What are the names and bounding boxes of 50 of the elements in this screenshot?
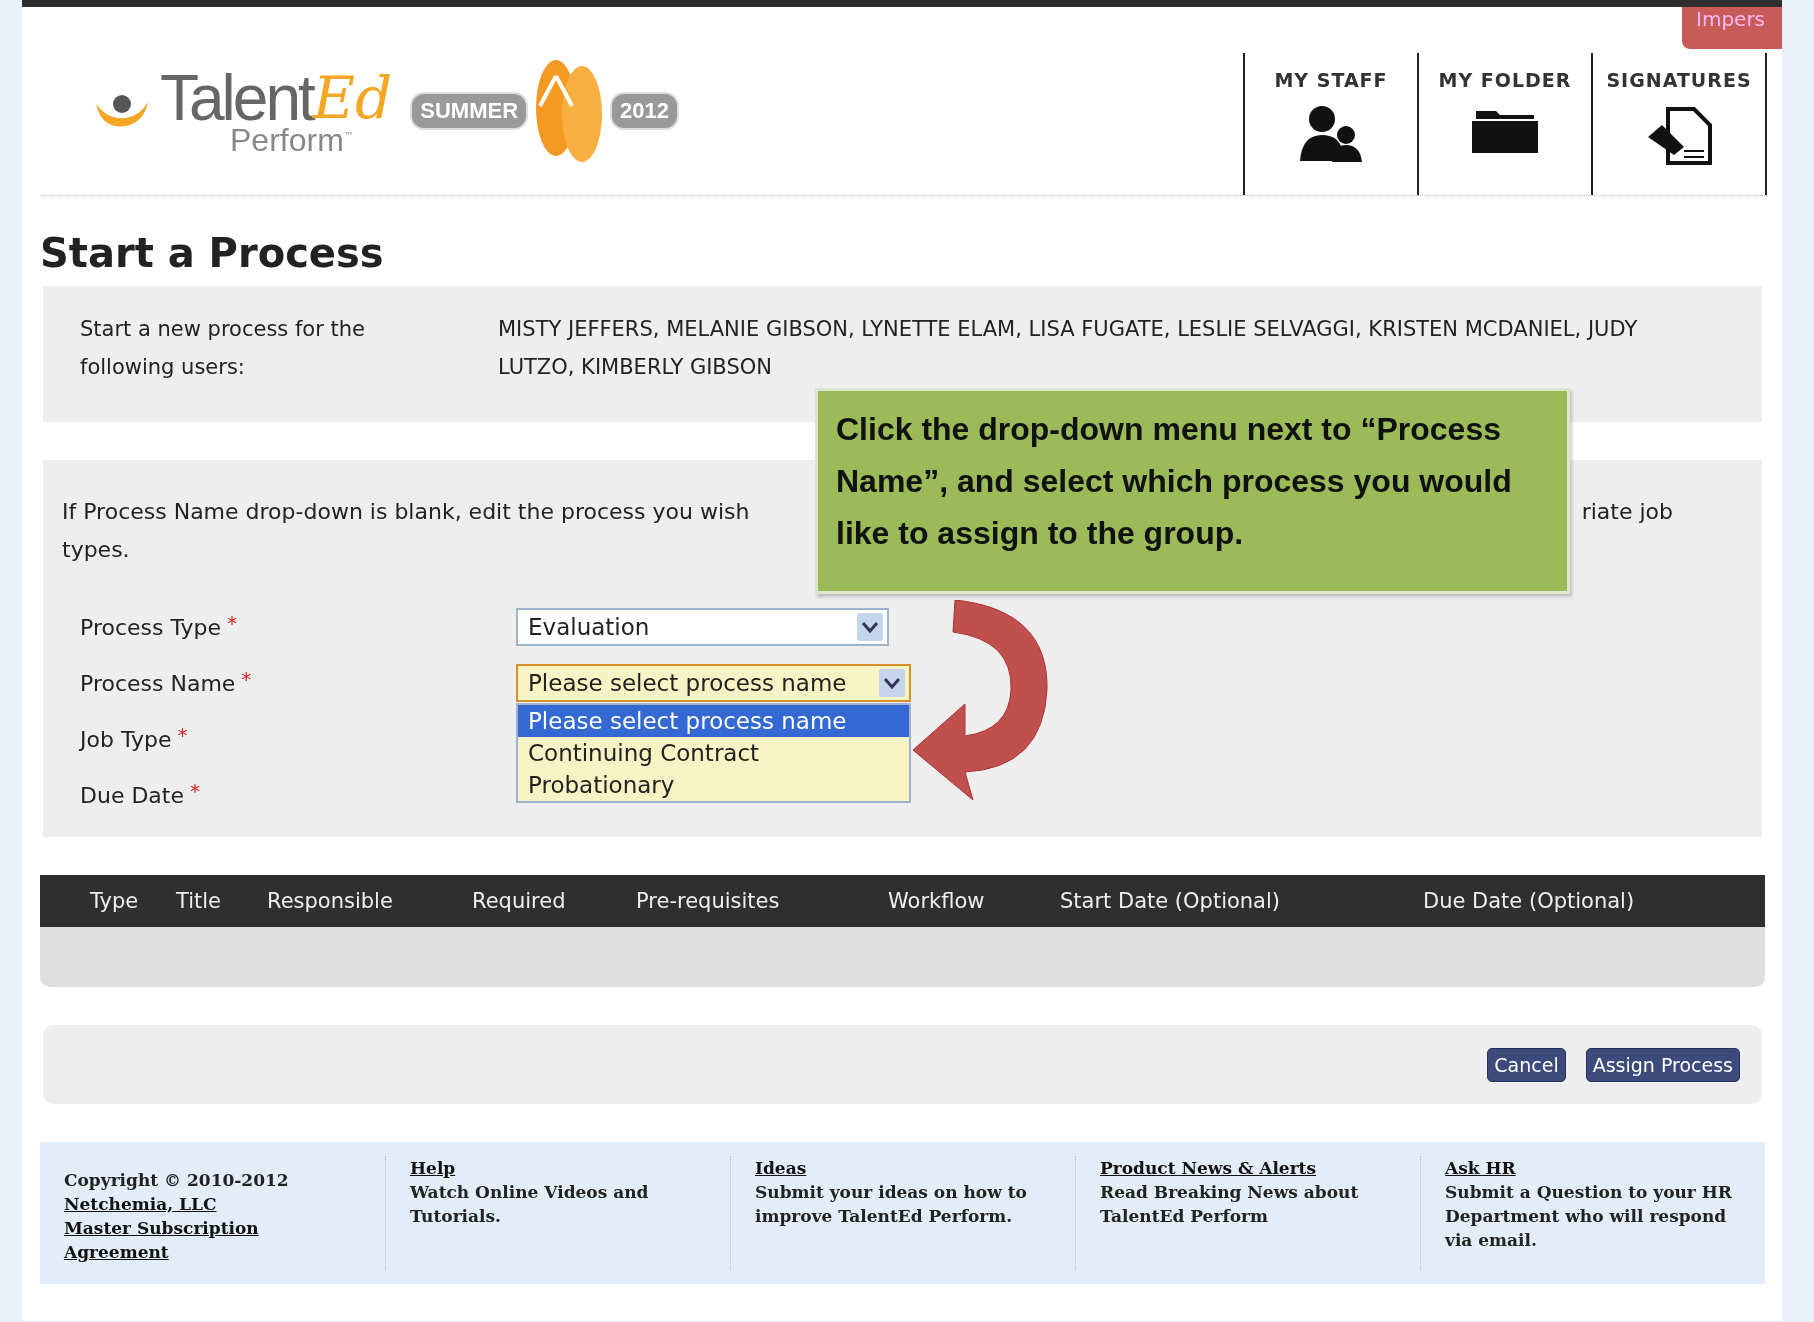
required-mark: * (177, 723, 188, 747)
column-header: Required (472, 889, 567, 913)
dropdown-option[interactable]: Probationary (518, 769, 909, 801)
column-header: Title (176, 889, 222, 913)
column-header: Responsible (267, 889, 394, 913)
copyright-text: Copyright © 2010-2012 (64, 1169, 289, 1192)
assign-button[interactable]: Assign Process (1585, 1047, 1740, 1082)
column-header: Pre-requisites (636, 889, 781, 913)
instruction-text: riate job (1581, 498, 1673, 526)
footer-link[interactable]: Ideas (755, 1156, 807, 1180)
brand-accent: Ed (312, 69, 393, 127)
trademark: ™ (343, 130, 354, 141)
footer-text: Submit a Question to your HR Department who will respond via email. (1445, 1181, 1733, 1252)
season-badge: SUMMER (410, 92, 529, 130)
column-header: Start Date (Optional) (1060, 889, 1282, 913)
callout-note: Click the drop-down menu next to “Process Name”, and select which process you would like to assign to the group. (815, 388, 1570, 594)
field-label: Process Name (80, 670, 236, 696)
select-field[interactable]: Please select process name (516, 664, 911, 702)
required-mark: * (190, 779, 200, 803)
people-icon (1298, 105, 1364, 163)
required-mark: * (227, 611, 237, 635)
footer-text: Read Breaking News about TalentEd Perform (1100, 1181, 1360, 1228)
nav-item[interactable]: SIGNATURES (1591, 53, 1767, 195)
users-label: Start a new process for the following users: (80, 316, 366, 381)
dropdown-option[interactable]: Continuing Contract (518, 737, 909, 769)
field-label: Process Type (80, 614, 221, 640)
dropdown-option[interactable]: Please select process name (518, 705, 909, 737)
footer-text: Submit your ideas on how to improve TalentEd Perform. (755, 1181, 1028, 1228)
footer-link[interactable]: Product News & Alerts (1100, 1156, 1317, 1180)
required-mark: * (241, 667, 252, 691)
column-header: Workflow (888, 889, 986, 913)
select-field[interactable]: Evaluation (516, 608, 889, 646)
user-names: MISTY JEFFERS, MELANIE GIBSON, LYNETTE ELAM, LISA FUGATE, LESLIE SELVAGGI, KRISTEN MCDANIEL, JUDY LUTZO, KIMBERLY GIBSON (498, 316, 1638, 381)
footer-link[interactable]: Master Subscription Agreement (64, 1216, 294, 1264)
instruction-text: If Process Name drop-down is blank, edit the process you wish (62, 498, 750, 526)
footer-text: Watch Online Videos and Tutorials. (410, 1181, 650, 1228)
page-title: Start a Process (39, 229, 385, 278)
nav-item[interactable]: MY FOLDER (1417, 53, 1591, 195)
cancel-button[interactable]: Cancel (1487, 1047, 1566, 1082)
year-badge: 2012 (610, 92, 679, 130)
footer-link[interactable]: Help (410, 1156, 456, 1180)
field-label: Due Date (80, 782, 184, 808)
column-header: Type (90, 889, 140, 913)
column-header: Due Date (Optional) (1423, 889, 1636, 913)
field-label: Job Type (80, 726, 172, 752)
instruction-text: types. (62, 536, 130, 564)
nav-item[interactable]: MY STAFF (1243, 53, 1417, 195)
product-name: Perform (230, 124, 344, 156)
footer-link[interactable]: Ask HR (1445, 1156, 1516, 1180)
footer-link[interactable]: Netchemia, LLC (64, 1192, 217, 1216)
